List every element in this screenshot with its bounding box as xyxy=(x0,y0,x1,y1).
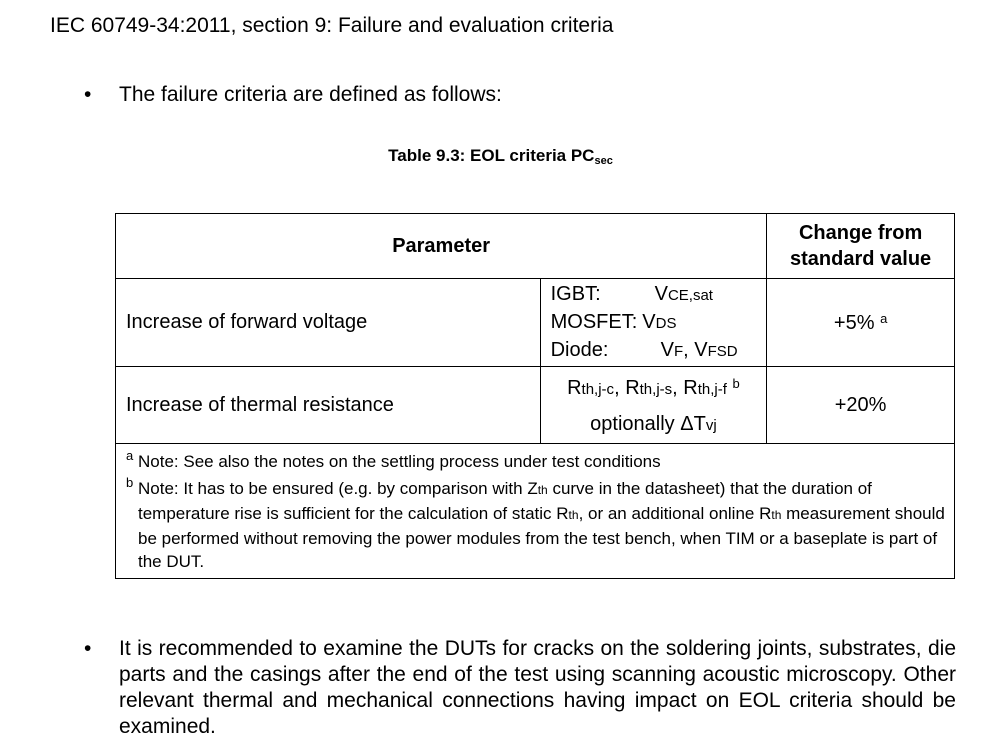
note-a-text: Note: See also the notes on the settling… xyxy=(138,452,661,471)
note-b-subscript3: th xyxy=(771,508,782,522)
device-diode-separator: , xyxy=(683,338,695,361)
table-header-row: Parameter Change from standard value xyxy=(114,213,955,279)
note-b-subscript1: th xyxy=(537,483,548,497)
rth-jc-subscript: th,j-c xyxy=(581,381,615,398)
cell-forward-voltage-change: +5% a xyxy=(766,278,955,367)
rth-jf-subscript: th,j-f xyxy=(697,381,727,398)
note-a-mark: a xyxy=(126,448,134,463)
table-caption-subscript: sec xyxy=(594,155,613,167)
forward-voltage-change-value: +5% xyxy=(833,311,875,334)
device-igbt-symbol: V xyxy=(654,282,668,305)
cell-forward-voltage-parameter: Increase of forward voltage xyxy=(115,278,541,367)
table-row-thermal-resistance: Increase of thermal resistance Rth,j-c, … xyxy=(115,366,955,444)
device-mosfet: MOSFET: VDS xyxy=(551,309,767,337)
table-notes-row: a Note: See also the notes on the settlin… xyxy=(115,443,955,579)
rth-separator2: , xyxy=(672,377,684,399)
device-igbt-label: IGBT: xyxy=(550,282,601,305)
device-diode-symbol1: V xyxy=(660,338,674,361)
header-change-from-standard: Change from standard value xyxy=(766,213,955,279)
note-b: b Note: It has to be ensured (e.g. by com… xyxy=(126,475,954,573)
device-diode-subscript2: FSD xyxy=(707,342,738,360)
footnote-mark-a: a xyxy=(880,310,888,326)
rth-separator1: , xyxy=(614,377,626,399)
device-mosfet-symbol: V xyxy=(642,310,656,333)
device-mosfet-subscript: DS xyxy=(655,314,677,332)
table-caption: Table 9.3: EOL criteria PCsec xyxy=(0,146,1001,167)
eol-criteria-table: Parameter Change from standard value Inc… xyxy=(114,213,955,579)
device-diode-subscript1: F xyxy=(673,342,684,360)
note-b-subscript2: th xyxy=(568,508,579,522)
device-diode: Diode: VF, VFSD xyxy=(551,337,767,365)
rth-js-subscript: th,j-s xyxy=(639,381,673,398)
bullet-icon: • xyxy=(84,637,92,660)
device-mosfet-label: MOSFET: xyxy=(550,310,638,333)
rth-js-symbol: R xyxy=(625,377,640,399)
note-b-text-part1: Note: It has to be ensured (e.g. by comp… xyxy=(138,479,538,498)
note-a: a Note: See also the notes on the settlin… xyxy=(126,448,954,473)
thermal-resistance-line1: Rth,j-c, Rth,j-s, Rth,j-f b xyxy=(541,367,767,407)
note-b-mark: b xyxy=(126,475,134,490)
header-change-line1: Change from xyxy=(798,222,923,244)
note-b-text-part3: , or an additional online R xyxy=(578,504,772,523)
device-igbt: IGBT: VCE,sat xyxy=(551,281,767,309)
cell-notes: a Note: See also the notes on the settlin… xyxy=(115,443,955,579)
thermal-resistance-line2: optionally ΔTvj xyxy=(541,407,767,443)
rth-jf-symbol: R xyxy=(683,377,698,399)
optionally-delta-t-subscript: vj xyxy=(705,417,717,434)
cell-thermal-resistance-change: +20% xyxy=(766,366,955,444)
bullet-failure-criteria-text: The failure criteria are defined as foll… xyxy=(119,83,502,106)
footnote-mark-b: b xyxy=(732,376,740,391)
cell-thermal-resistance-parameter: Increase of thermal resistance xyxy=(115,366,541,444)
device-igbt-subscript: CE,sat xyxy=(667,286,713,304)
section-heading: IEC 60749-34:2011, section 9: Failure an… xyxy=(50,14,614,37)
rth-jc-symbol: R xyxy=(567,377,582,399)
cell-thermal-resistance-symbols: Rth,j-c, Rth,j-s, Rth,j-f b optionally Δ… xyxy=(539,366,768,444)
device-diode-label: Diode: xyxy=(550,338,609,361)
optionally-delta-t-text: optionally ΔT xyxy=(590,413,706,435)
header-change-line2: standard value xyxy=(790,248,932,270)
table-row-forward-voltage: Increase of forward voltage IGBT: VCE,sat… xyxy=(115,278,955,367)
cell-forward-voltage-devices: IGBT: VCE,sat MOSFET: VDS Diode: VF, VFSD xyxy=(539,278,768,367)
bullet-failure-criteria: • The failure criteria are defined as fol… xyxy=(84,83,502,107)
device-diode-symbol2: V xyxy=(694,338,708,361)
table-caption-text: Table 9.3: EOL criteria PC xyxy=(388,146,595,165)
bullet-icon: • xyxy=(84,83,92,106)
bullet-recommendation: • It is recommended to examine the DUTs … xyxy=(84,636,956,740)
bullet-recommendation-text: It is recommended to examine the DUTs fo… xyxy=(119,637,956,738)
header-parameter: Parameter xyxy=(114,213,768,279)
